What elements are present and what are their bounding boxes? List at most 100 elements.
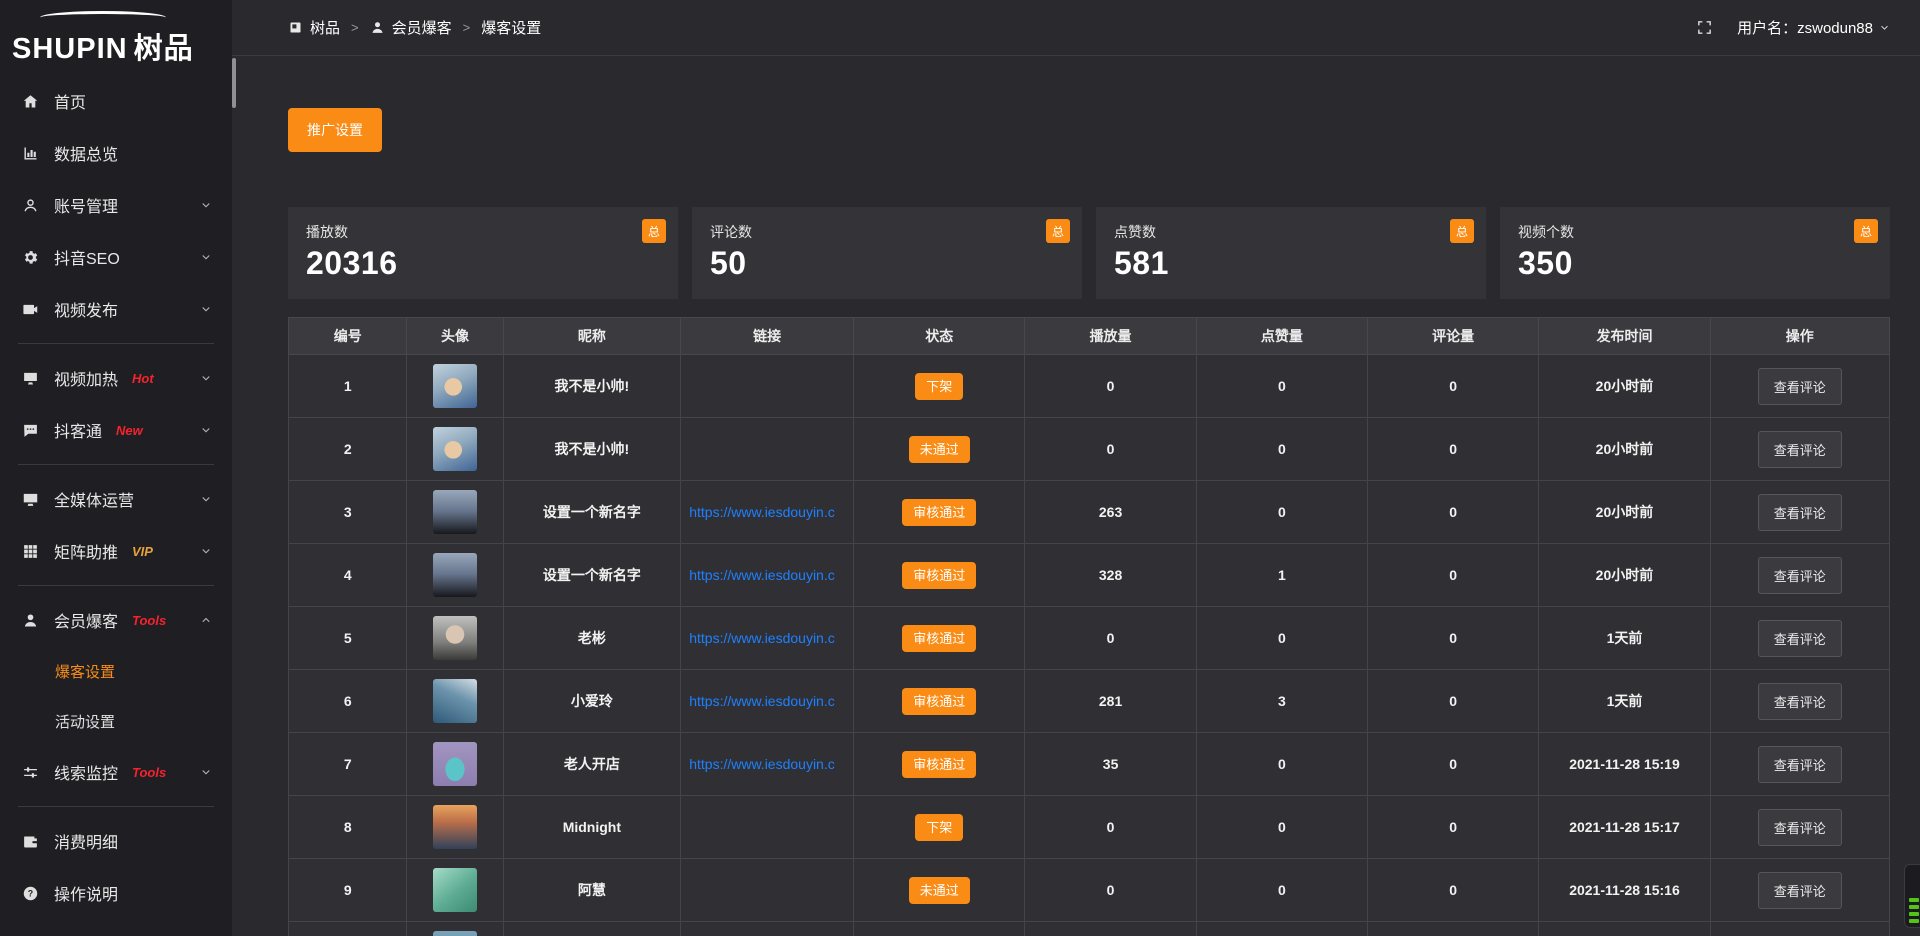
comments-cell: 0: [1368, 544, 1539, 607]
videos-table: 编号头像昵称链接状态播放量点赞量评论量发布时间操作 1我不是小帅!下架00020…: [288, 317, 1890, 936]
chevron-down-icon: [200, 493, 212, 505]
sidebar-item-activity-settings[interactable]: 活动设置: [0, 696, 232, 746]
action-cell: 查看评论: [1710, 796, 1889, 859]
breadcrumb: 树品>会员爆客>爆客设置: [288, 17, 541, 38]
breadcrumb-home[interactable]: 树品: [288, 17, 340, 38]
sidebar-item-account-management[interactable]: 账号管理: [0, 179, 232, 231]
status-cell: 下架: [854, 796, 1025, 859]
table-row: 6小爱玲https://www.iesdouyin.c审核通过281301天前查…: [289, 670, 1890, 733]
view-comments-button[interactable]: 查看评论: [1758, 683, 1842, 720]
view-comments-button[interactable]: 查看评论: [1758, 557, 1842, 594]
comments-cell: 0: [1368, 418, 1539, 481]
sidebar-item-home[interactable]: 首页: [0, 75, 232, 127]
grid-icon: [22, 543, 39, 560]
sidebar-divider: [18, 343, 214, 344]
avatar: [433, 742, 477, 786]
content: 推广设置 播放数20316总评论数50总点赞数581总视频个数350总 编号头像…: [232, 56, 1920, 936]
likes-cell: 0: [1196, 859, 1367, 922]
status-badge: 未通过: [909, 436, 970, 463]
video-link[interactable]: https://www.iesdouyin.c: [681, 504, 853, 520]
sidebar-item-data-overview[interactable]: 数据总览: [0, 127, 232, 179]
wallet-icon: [22, 833, 39, 850]
row-id-cell: 2: [289, 418, 407, 481]
sidebar-divider: [18, 585, 214, 586]
breadcrumb-separator: >: [351, 20, 359, 35]
view-comments-button[interactable]: 查看评论: [1758, 746, 1842, 783]
sidebar-item-baoke-settings[interactable]: 爆客设置: [0, 646, 232, 696]
help-icon: ?: [22, 885, 39, 902]
app-logo[interactable]: SHUPIN树品: [0, 0, 232, 71]
view-comments-button[interactable]: 查看评论: [1758, 872, 1842, 909]
action-cell: 查看评论: [1710, 544, 1889, 607]
link-cell: [681, 418, 854, 481]
sidebar-item-video-heating[interactable]: 视频加热Hot: [0, 352, 232, 404]
sidebar-item-media-operation[interactable]: 全媒体运营: [0, 473, 232, 525]
widget-bar: [1909, 919, 1919, 923]
view-comments-button[interactable]: 查看评论: [1758, 809, 1842, 846]
likes-cell: 0: [1196, 481, 1367, 544]
sidebar-item-douyin-seo[interactable]: 抖音SEO: [0, 231, 232, 283]
avatar: [433, 364, 477, 408]
status-cell: 审核通过: [854, 481, 1025, 544]
status-badge: 审核通过: [902, 625, 976, 652]
scrollbar-thumb[interactable]: [232, 58, 236, 108]
nickname-cell: 阿慧: [503, 859, 681, 922]
avatar-cell: [407, 733, 503, 796]
sidebar-item-badge: Tools: [132, 765, 166, 780]
sidebar-item-matrix-boost[interactable]: 矩阵助推 VIP: [0, 525, 232, 577]
table-row: 1我不是小帅!下架00020小时前查看评论: [289, 355, 1890, 418]
sidebar-item-clue-monitor[interactable]: 线索监控Tools: [0, 746, 232, 798]
view-comments-button[interactable]: 查看评论: [1758, 494, 1842, 531]
total-badge: 总: [1046, 219, 1070, 243]
nickname-cell: 小爱玲: [503, 670, 681, 733]
breadcrumb-baoke-settings[interactable]: 爆客设置: [481, 17, 541, 38]
chevron-down-icon: [200, 766, 212, 778]
sidebar-item-operation-guide[interactable]: ?操作说明: [0, 867, 232, 919]
video-link[interactable]: https://www.iesdouyin.c: [681, 630, 853, 646]
link-cell: [681, 922, 854, 936]
sidebar-item-video-publish[interactable]: 视频发布: [0, 283, 232, 335]
publish-time-cell: 2021-11-28 15:16: [1539, 859, 1710, 922]
avatar: [433, 553, 477, 597]
likes-cell: 0: [1196, 607, 1367, 670]
action-cell: 查看评论: [1710, 733, 1889, 796]
likes-cell: 0: [1196, 796, 1367, 859]
chevron-down-icon: [200, 424, 212, 436]
sidebar-item-consumption-detail[interactable]: 消费明细: [0, 815, 232, 867]
video-link[interactable]: https://www.iesdouyin.c: [681, 756, 853, 772]
promo-settings-button[interactable]: 推广设置: [288, 108, 382, 152]
nickname-cell: Midnight: [503, 796, 681, 859]
sidebar-item-badge: VIP: [132, 544, 153, 559]
chevron-down-icon: [1879, 22, 1890, 33]
view-comments-button[interactable]: 查看评论: [1758, 368, 1842, 405]
link-cell: https://www.iesdouyin.c: [681, 733, 854, 796]
monitor-icon: [22, 491, 39, 508]
floating-widget[interactable]: [1904, 864, 1920, 928]
chevron-down-icon: [200, 545, 212, 557]
view-comments-button[interactable]: 查看评论: [1758, 620, 1842, 657]
stat-value: 20316: [306, 245, 660, 282]
comments-cell: 0: [1368, 355, 1539, 418]
chat-icon: [22, 422, 39, 439]
gear-icon: [22, 249, 39, 266]
view-comments-button[interactable]: 查看评论: [1758, 431, 1842, 468]
sidebar-item-label: 视频发布: [54, 297, 118, 321]
sidebar-item-label: 矩阵助推: [54, 539, 118, 563]
status-badge: 审核通过: [902, 499, 976, 526]
nickname-cell: [503, 922, 681, 936]
fullscreen-icon[interactable]: [1696, 19, 1713, 36]
table-header-row: 编号头像昵称链接状态播放量点赞量评论量发布时间操作: [289, 318, 1890, 355]
home-icon: [22, 93, 39, 110]
chevron-up-icon: [200, 614, 212, 626]
sidebar-item-douketong[interactable]: 抖客通New: [0, 404, 232, 456]
video-link[interactable]: https://www.iesdouyin.c: [681, 693, 853, 709]
video-link[interactable]: https://www.iesdouyin.c: [681, 567, 853, 583]
user-menu[interactable]: 用户名：zswodun88: [1737, 17, 1890, 38]
table-row: 4设置一个新名字https://www.iesdouyin.c审核通过32810…: [289, 544, 1890, 607]
sidebar-item-member-baoke[interactable]: 会员爆客Tools: [0, 594, 232, 646]
widget-bar: [1909, 898, 1919, 902]
total-badge: 总: [1854, 219, 1878, 243]
status-cell: 未通过: [854, 859, 1025, 922]
breadcrumb-member-baoke[interactable]: 会员爆客: [370, 17, 452, 38]
plays-cell: 0: [1025, 859, 1196, 922]
